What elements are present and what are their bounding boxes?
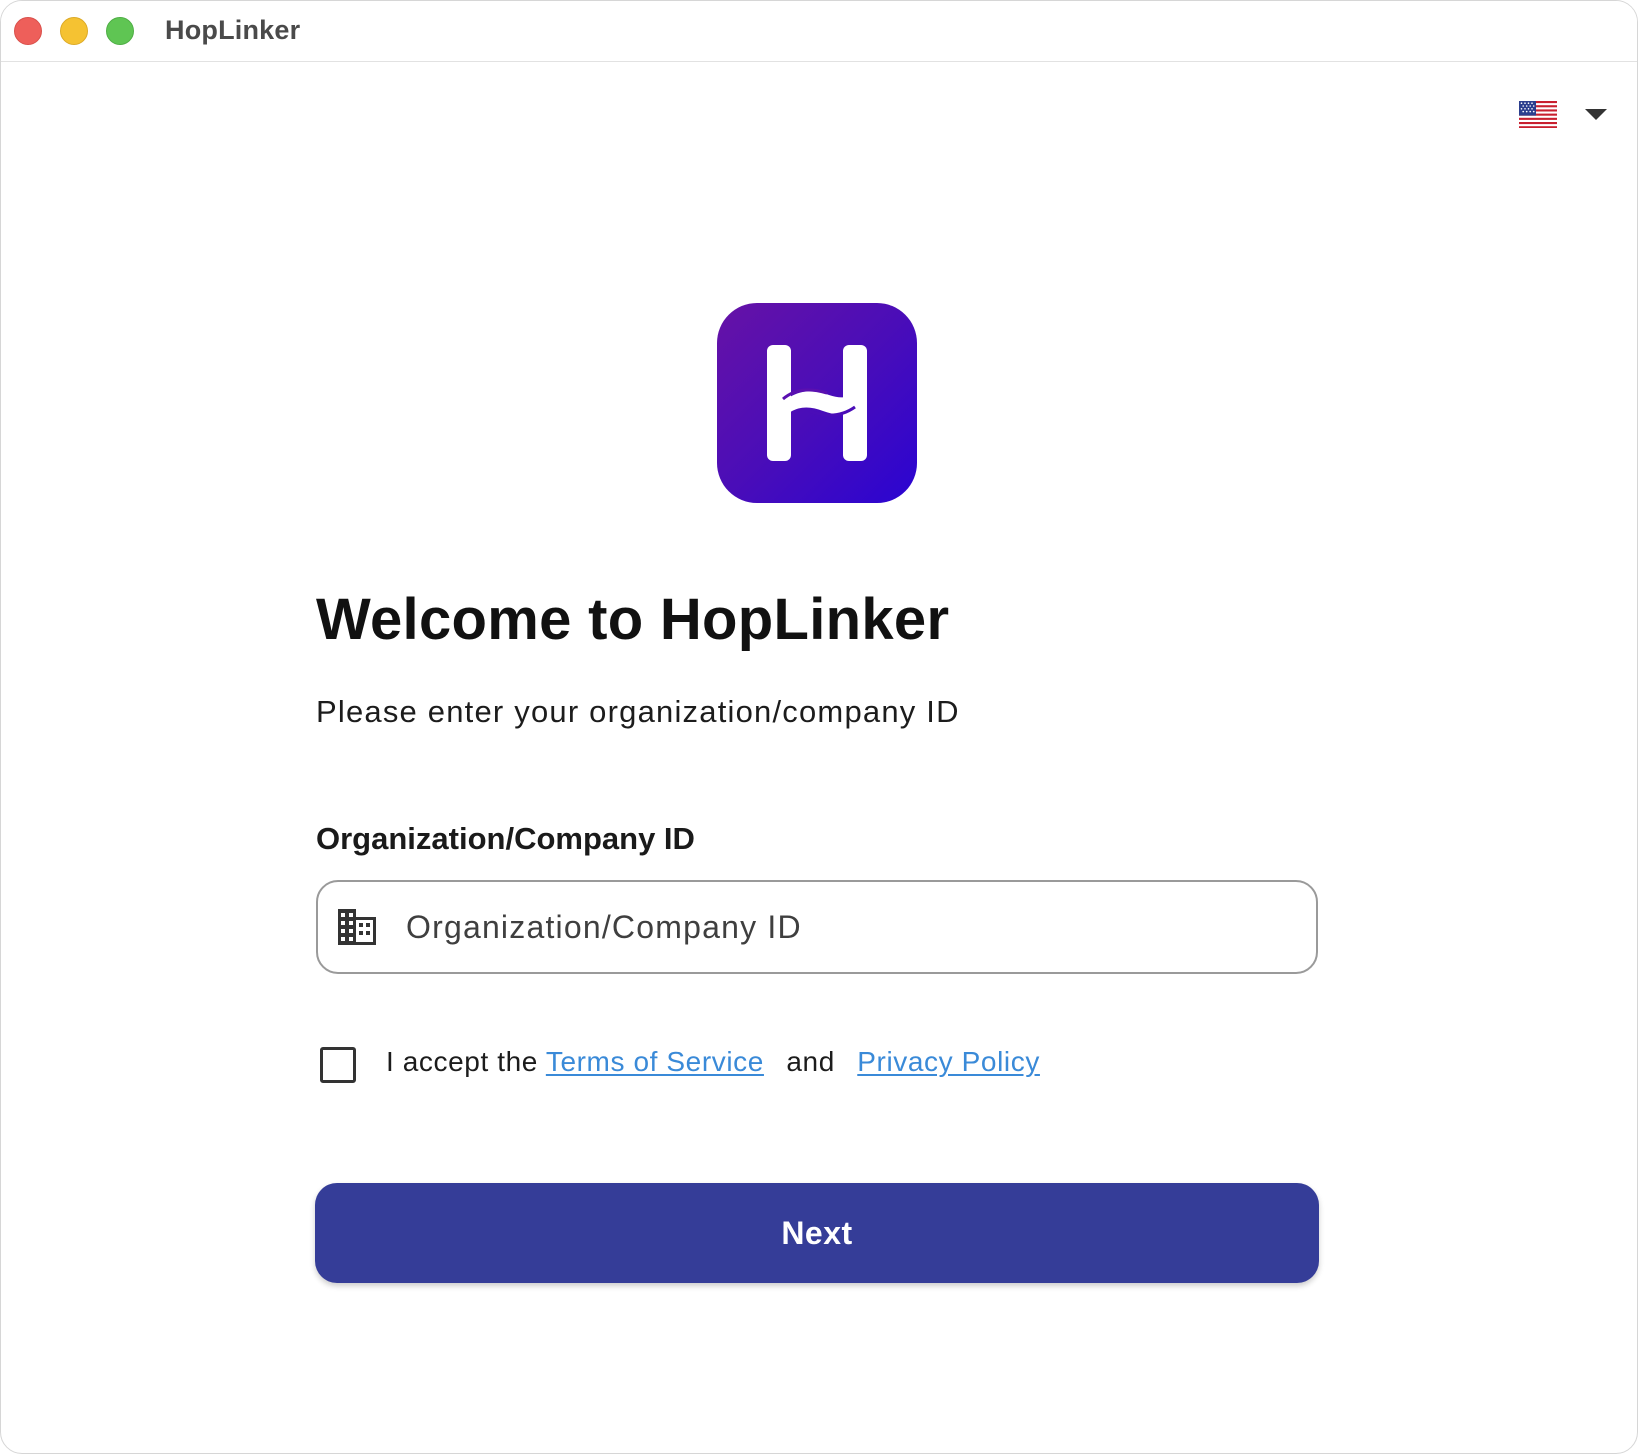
terms-row: I accept the Terms of Service and Privac…: [320, 1041, 1040, 1083]
terms-conjunction: and: [786, 1046, 835, 1077]
terms-prefix: I accept the: [386, 1046, 538, 1077]
minimize-window-button[interactable]: [60, 17, 88, 45]
window-title: HopLinker: [165, 15, 301, 45]
org-id-input[interactable]: [404, 896, 1316, 958]
hoplinker-logo-icon: [717, 303, 917, 503]
building-icon: [338, 909, 376, 945]
accept-terms-checkbox[interactable]: [320, 1047, 356, 1083]
terms-text: I accept the Terms of Service and Privac…: [386, 1046, 1040, 1078]
maximize-window-button[interactable]: [106, 17, 134, 45]
app-window: HopLinker Welcome to HopLinker Please en…: [0, 0, 1638, 1454]
privacy-policy-link[interactable]: Privacy Policy: [857, 1046, 1040, 1077]
caret-down-icon[interactable]: [1585, 109, 1607, 120]
page-subtitle: Please enter your organization/company I…: [316, 694, 960, 729]
terms-of-service-link[interactable]: Terms of Service: [546, 1046, 764, 1077]
org-id-field[interactable]: [316, 880, 1318, 974]
close-window-button[interactable]: [14, 17, 42, 45]
language-selector[interactable]: [1519, 101, 1607, 128]
title-bar: HopLinker: [1, 1, 1637, 62]
page-title: Welcome to HopLinker: [316, 587, 950, 652]
us-flag-icon: [1519, 101, 1557, 128]
next-button[interactable]: Next: [315, 1183, 1319, 1283]
org-id-label: Organization/Company ID: [316, 821, 695, 856]
